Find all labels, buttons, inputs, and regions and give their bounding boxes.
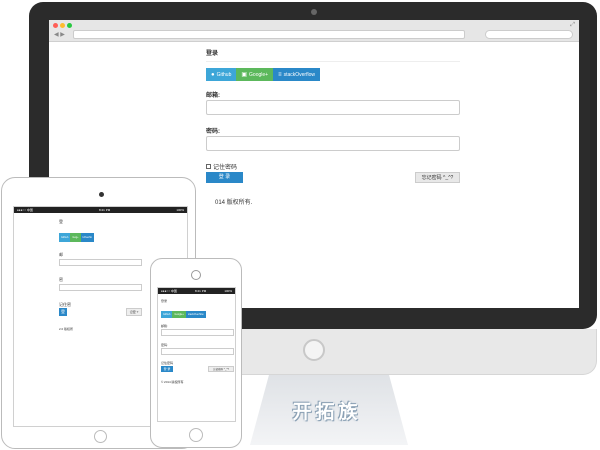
phone-time-text: 8:21 PM	[195, 289, 207, 293]
tablet-status-bar: ●●●○○ 中国 8:21 PM 100%	[14, 207, 187, 213]
stackoverflow-icon: ≡	[278, 71, 282, 78]
remember-label: 记住密码	[213, 165, 238, 171]
tablet-google-button[interactable]: Gog+	[70, 233, 81, 242]
social-login-group: ● Github ▣ Google+ ≡ stackOverflow	[206, 68, 320, 81]
stackoverflow-label: stackOverflow	[283, 71, 315, 78]
tablet-login-button[interactable]: 登	[59, 308, 67, 316]
tablet-email-field[interactable]	[59, 259, 142, 266]
phone-device: ●●●○○ 中国 8:21 PM 100% 登录 Github Google+ …	[150, 258, 242, 448]
github-label: Github	[216, 71, 232, 78]
tablet-copyright: 2.0 版权所	[59, 327, 74, 331]
phone-status-bar: ●●●○○ 中国 8:21 PM 100%	[158, 288, 235, 294]
password-field[interactable]	[206, 136, 460, 151]
phone-email-field[interactable]	[161, 329, 234, 336]
monitor-logo-icon	[303, 339, 325, 361]
tablet-social-group: Github Gog+ kOverflo	[59, 233, 94, 242]
tablet-stackoverflow-button[interactable]: kOverflo	[80, 233, 94, 242]
google-plus-label: Google+	[249, 71, 269, 78]
github-button[interactable]: ● Github	[206, 68, 237, 81]
phone-title: 登录	[161, 299, 168, 303]
email-label: 邮箱:	[206, 93, 220, 99]
maximize-dot-icon[interactable]	[67, 23, 72, 28]
tablet-password-label: 密	[59, 277, 63, 282]
browser-search-bar[interactable]	[485, 30, 573, 39]
tablet-home-button[interactable]	[94, 430, 107, 443]
minimize-dot-icon[interactable]	[60, 23, 65, 28]
tablet-forgot-button[interactable]: 记密 ?	[126, 308, 142, 316]
tablet-email-label: 邮	[59, 252, 63, 257]
phone-remember-label[interactable]: 记住密码	[161, 361, 173, 365]
time-text: 8:21 PM	[99, 208, 111, 212]
phone-social-group: Github Google+ stackOverflow	[161, 311, 206, 318]
password-label: 密码:	[206, 129, 220, 135]
github-icon: ●	[211, 71, 215, 78]
forgot-password-button[interactable]: 忘记密码 ^_^?	[415, 172, 460, 183]
back-forward-icon[interactable]: ◀ ▶	[54, 31, 65, 38]
tablet-password-field[interactable]	[59, 284, 142, 291]
title-divider	[206, 61, 460, 62]
email-field[interactable]	[206, 100, 460, 115]
brand-logo: 开拓族	[292, 401, 362, 423]
phone-password-label: 密码:	[161, 343, 168, 347]
tablet-camera-icon	[99, 192, 104, 197]
tablet-github-button[interactable]: Github	[59, 233, 71, 242]
phone-password-field[interactable]	[161, 348, 234, 355]
phone-github-button[interactable]: Github	[161, 311, 173, 318]
browser-toolbar: ◀ ▶ ⤢	[49, 20, 579, 42]
carrier-text: ●●●○○ 中国	[17, 208, 33, 212]
phone-screen: ●●●○○ 中国 8:21 PM 100% 登录 Github Google+ …	[157, 287, 236, 422]
phone-carrier-text: ●●●○○ 中国	[161, 289, 177, 293]
phone-home-button[interactable]	[189, 428, 203, 442]
phone-copyright: © 2014 版权所有.	[161, 380, 185, 384]
page-title: 登录	[206, 51, 219, 57]
phone-forgot-button[interactable]: 忘记密码 ^_^?	[208, 366, 234, 372]
google-plus-button[interactable]: ▣ Google+	[236, 68, 274, 81]
tablet-title: 登	[59, 219, 63, 224]
login-button[interactable]: 登 录	[206, 172, 243, 183]
phone-stackoverflow-button[interactable]: stackOverflow	[185, 311, 206, 318]
copyright-text: 014 版权所有.	[215, 200, 253, 206]
camera-icon	[311, 9, 317, 15]
remember-me[interactable]: 记住密码	[206, 162, 237, 171]
phone-login-button[interactable]: 登 录	[161, 366, 173, 372]
phone-google-button[interactable]: Google+	[172, 311, 186, 318]
phone-email-label: 邮箱:	[161, 324, 168, 328]
address-bar[interactable]	[73, 30, 465, 39]
close-dot-icon[interactable]	[53, 23, 58, 28]
remember-checkbox[interactable]	[206, 164, 211, 169]
phone-battery-text: 100%	[224, 289, 232, 293]
phone-camera-icon	[191, 270, 201, 280]
battery-text: 100%	[176, 208, 184, 212]
fullscreen-icon[interactable]: ⤢	[570, 22, 575, 29]
google-plus-icon: ▣	[241, 72, 248, 78]
stackoverflow-button[interactable]: ≡ stackOverflow	[273, 68, 320, 81]
